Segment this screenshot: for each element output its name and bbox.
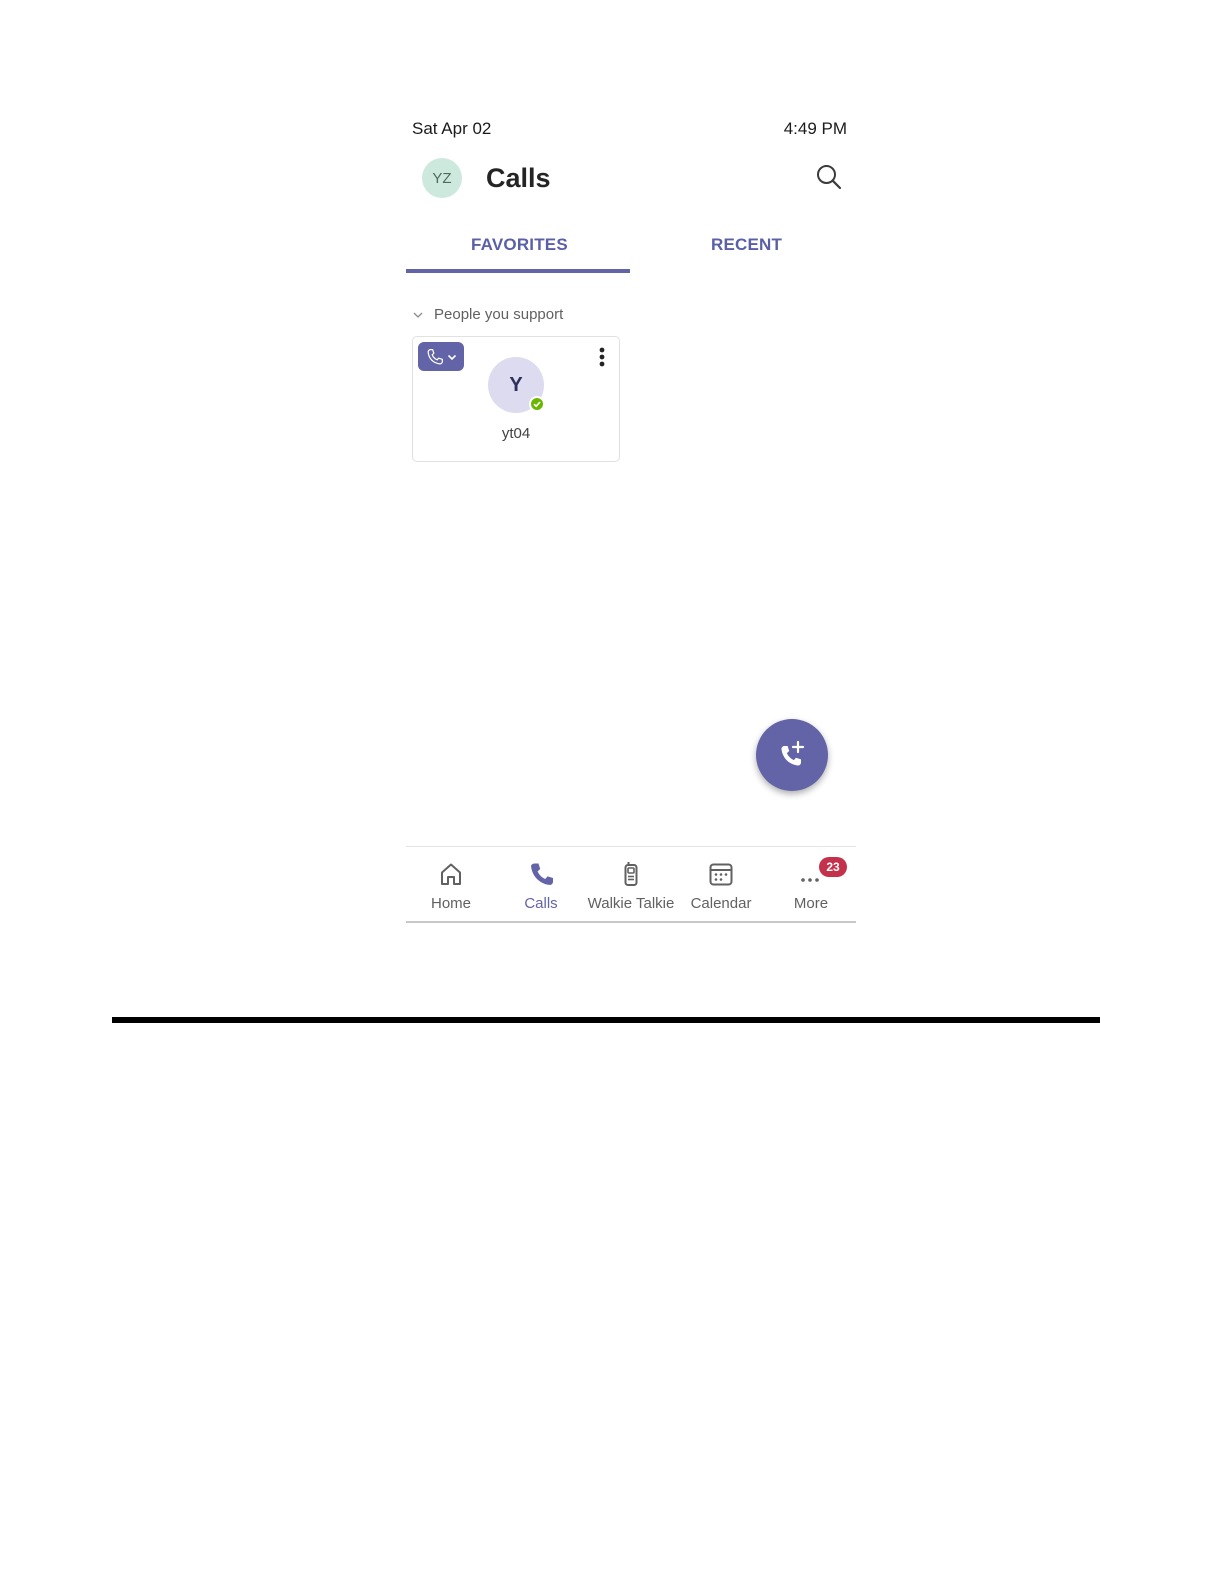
nav-item-home[interactable]: Home [406, 848, 496, 920]
nav-label-home: Home [430, 895, 471, 912]
horizontal-rule [112, 1017, 1100, 1023]
phone-icon [531, 863, 553, 885]
nav-item-calls[interactable]: Calls [496, 848, 586, 920]
nav-item-calendar[interactable]: Calendar [676, 848, 766, 920]
search-button[interactable] [814, 162, 844, 192]
nav-label-walkie-talkie: Walkie Talkie [587, 895, 675, 912]
bottom-nav-divider [406, 846, 856, 847]
nav-item-walkie-talkie[interactable]: Walkie Talkie [586, 848, 676, 920]
add-call-icon [781, 740, 805, 766]
status-date: Sat Apr 02 [412, 119, 492, 138]
notification-badge: 23 [819, 857, 847, 877]
nav-label-calendar: Calendar [690, 895, 752, 912]
tab-recent[interactable]: RECENT [711, 235, 782, 255]
page-title: Calls [486, 163, 551, 193]
contact-card[interactable]: Y yt04 [412, 336, 620, 462]
phone-icon [427, 348, 443, 364]
call-options-button[interactable] [418, 342, 464, 371]
phone-screen: Sat Apr 02 4:49 PM YZ Calls FAVORITES RE… [406, 108, 856, 924]
chevron-down-icon [447, 354, 457, 360]
nav-label-more: More [793, 895, 829, 912]
tab-favorites[interactable]: FAVORITES [471, 235, 568, 255]
screen-bottom-edge [406, 921, 856, 923]
contact-name: yt04 [501, 425, 531, 442]
calendar-icon [709, 863, 733, 886]
group-label: People you support [434, 306, 564, 323]
my-avatar[interactable]: YZ [422, 158, 462, 198]
bottom-nav: Home Calls Walkie Talkie Calendar 23 Mor… [406, 848, 856, 920]
search-icon [817, 165, 842, 190]
walkie-talkie-icon [624, 862, 638, 886]
group-header-people-you-support[interactable]: People you support [412, 306, 563, 323]
nav-label-calls: Calls [524, 895, 558, 912]
home-icon [441, 863, 461, 885]
chevron-down-icon [413, 312, 423, 318]
new-call-button[interactable] [756, 719, 828, 791]
more-options-icon[interactable] [599, 347, 605, 367]
presence-available-icon [529, 396, 545, 412]
status-time: 4:49 PM [783, 119, 847, 138]
nav-item-more[interactable]: 23 More [766, 848, 856, 920]
page: Sat Apr 02 4:49 PM YZ Calls FAVORITES RE… [0, 0, 1224, 1584]
tab-selected-indicator [406, 269, 630, 273]
